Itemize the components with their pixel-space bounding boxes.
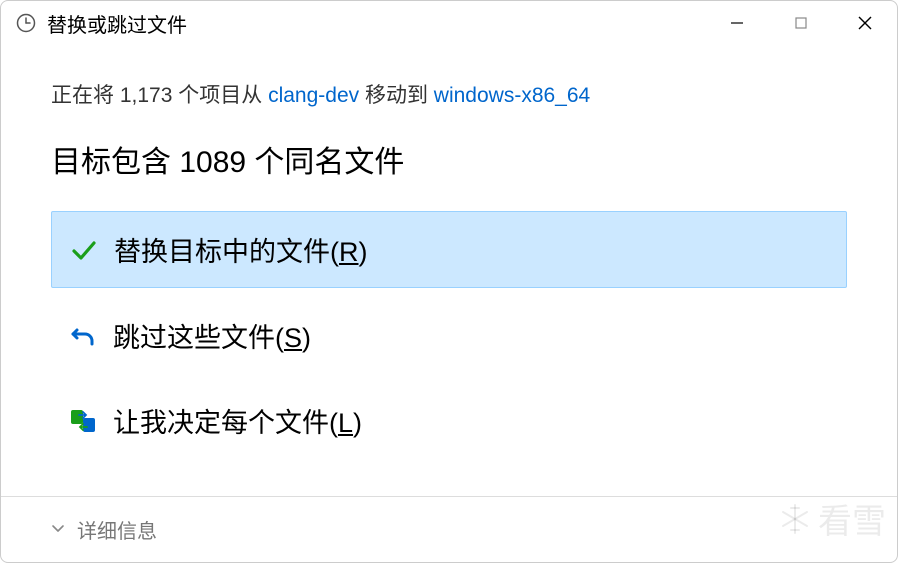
checkmark-icon — [68, 234, 100, 266]
details-label: 详细信息 — [77, 515, 157, 544]
replace-label: 替换目标中的文件(R) — [114, 230, 368, 269]
conflict-heading: 目标包含 1089 个同名文件 — [51, 137, 847, 181]
close-button[interactable] — [833, 1, 897, 45]
undo-arrow-icon — [67, 320, 99, 352]
decide-label: 让我决定每个文件(L) — [113, 401, 362, 440]
file-conflict-dialog: 替换或跳过文件 正在将 1,173 个项目从 clang-dev 移动到 win… — [0, 0, 898, 563]
replace-option[interactable]: 替换目标中的文件(R) — [51, 211, 847, 288]
move-middle: 移动到 — [359, 84, 434, 107]
compare-files-icon — [67, 405, 99, 437]
minimize-button[interactable] — [705, 1, 769, 45]
titlebar: 替换或跳过文件 — [1, 1, 897, 45]
skip-option[interactable]: 跳过这些文件(S) — [51, 298, 847, 373]
skip-label: 跳过这些文件(S) — [113, 316, 311, 355]
move-description: 正在将 1,173 个项目从 clang-dev 移动到 windows-x86… — [51, 79, 847, 109]
dialog-footer: 详细信息 — [1, 496, 897, 562]
source-folder-link[interactable]: clang-dev — [268, 84, 359, 107]
dialog-title: 替换或跳过文件 — [47, 9, 705, 38]
decide-option[interactable]: 让我决定每个文件(L) — [51, 383, 847, 458]
options-list: 替换目标中的文件(R) 跳过这些文件(S) — [51, 211, 847, 458]
dest-folder-link[interactable]: windows-x86_64 — [434, 84, 590, 107]
clock-icon — [15, 12, 37, 34]
maximize-button[interactable] — [769, 1, 833, 45]
details-toggle[interactable]: 详细信息 — [51, 515, 157, 544]
chevron-down-icon — [51, 518, 65, 541]
dialog-content: 正在将 1,173 个项目从 clang-dev 移动到 windows-x86… — [1, 45, 897, 496]
window-controls — [705, 1, 897, 45]
move-prefix: 正在将 1,173 个项目从 — [51, 84, 268, 107]
